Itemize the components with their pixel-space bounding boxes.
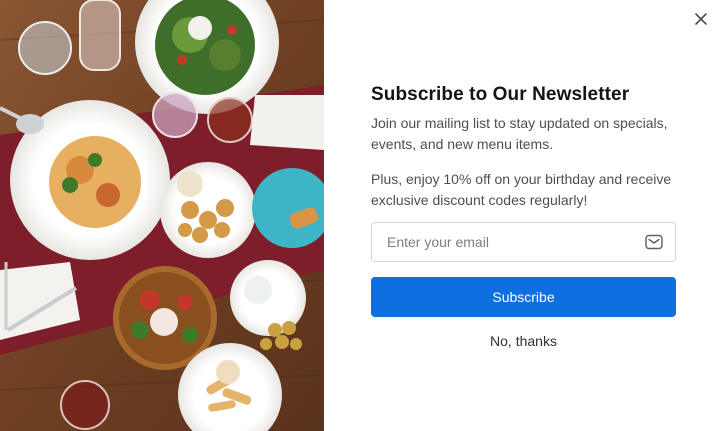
newsletter-modal: Subscribe to Our Newsletter Join our mai… [0,0,720,431]
popup-offer-text: Plus, enjoy 10% off on your birthday and… [371,171,672,208]
mail-icon [645,234,663,250]
no-thanks-link[interactable]: No, thanks [371,331,676,351]
close-button[interactable] [691,9,711,29]
popup-title: Subscribe to Our Newsletter [371,84,630,105]
restaurant-food-photo [0,0,324,431]
email-input[interactable] [372,223,675,261]
close-icon [695,13,707,25]
subscribe-button[interactable]: Subscribe [371,277,676,317]
email-field-wrapper [371,222,676,262]
popup-description: Join our mailing list to stay updated on… [371,115,668,152]
